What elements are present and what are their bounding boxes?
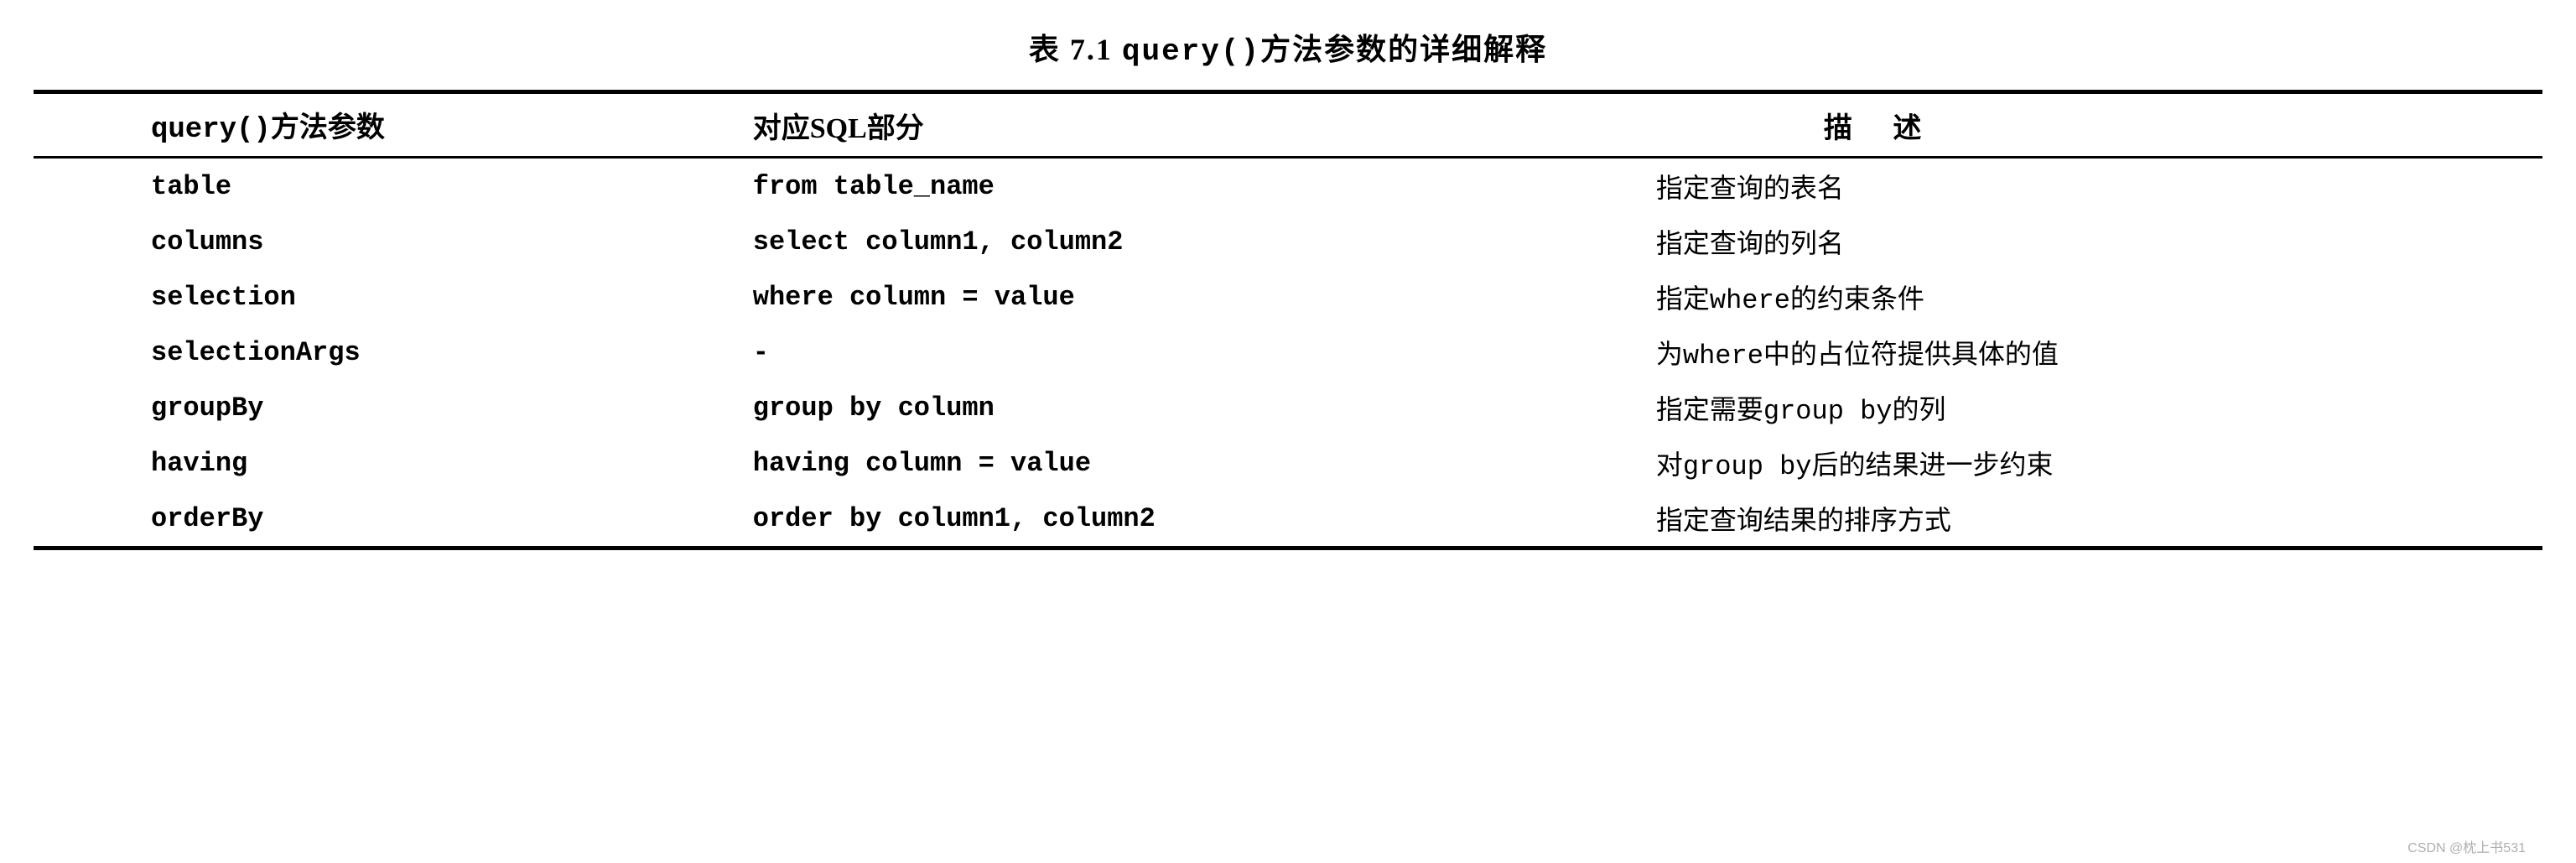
header-desc: 描 述 — [1639, 92, 2542, 158]
header-sql: 对应SQL部分 — [736, 92, 1639, 158]
cell-param: columns — [34, 214, 736, 269]
desc-pre: 指定查询的列名 — [1656, 228, 1844, 258]
cell-desc: 指定查询的列名 — [1639, 214, 2542, 269]
table-row: table from table_name 指定查询的表名 — [34, 158, 2542, 215]
desc-post: 中的占位符提供具体的值 — [1763, 339, 2059, 369]
cell-desc: 指定查询结果的排序方式 — [1639, 491, 2542, 548]
cell-sql: group by column — [736, 380, 1639, 435]
desc-pre: 指定查询结果的排序方式 — [1656, 505, 1951, 535]
cell-desc: 指定需要group by的列 — [1639, 380, 2542, 435]
cell-param: groupBy — [34, 380, 736, 435]
desc-pre: 指定 — [1656, 283, 1710, 314]
cell-sql: select column1, column2 — [736, 214, 1639, 269]
cell-desc: 为where中的占位符提供具体的值 — [1639, 325, 2542, 380]
cell-sql: where column = value — [736, 269, 1639, 325]
cell-desc: 对group by后的结果进一步约束 — [1639, 435, 2542, 491]
table-body: table from table_name 指定查询的表名 columns se… — [34, 158, 2542, 548]
cell-param: table — [34, 158, 736, 215]
table-row: selection where column = value 指定where的约… — [34, 269, 2542, 325]
header-param: query()方法参数 — [34, 92, 736, 158]
cell-param: selectionArgs — [34, 325, 736, 380]
watermark-text: CSDN @枕上书531 — [2407, 836, 2526, 856]
header-param-code: query() — [151, 114, 271, 146]
desc-pre: 为 — [1656, 339, 1683, 369]
desc-post: 的约束条件 — [1790, 283, 1924, 314]
table-row: groupBy group by column 指定需要group by的列 — [34, 380, 2542, 435]
cell-param: having — [34, 435, 736, 491]
table-row: having having column = value 对group by后的… — [34, 435, 2542, 491]
cell-sql: from table_name — [736, 158, 1639, 215]
desc-mono: group by — [1763, 396, 1893, 427]
desc-mono: where — [1710, 285, 1790, 316]
table-row: orderBy order by column1, column2 指定查询结果… — [34, 491, 2542, 548]
cell-desc: 指定查询的表名 — [1639, 158, 2542, 215]
desc-post: 的列 — [1893, 394, 1946, 424]
cell-param: selection — [34, 269, 736, 325]
caption-suffix: 方法参数的详细解释 — [1260, 33, 1547, 66]
cell-param: orderBy — [34, 491, 736, 548]
cell-sql: - — [736, 325, 1639, 380]
cell-desc: 指定where的约束条件 — [1639, 269, 2542, 325]
desc-pre: 指定需要 — [1656, 394, 1763, 424]
header-param-suffix: 方法参数 — [271, 112, 385, 143]
caption-code: query() — [1122, 34, 1260, 69]
table-row: selectionArgs - 为where中的占位符提供具体的值 — [34, 325, 2542, 380]
caption-prefix: 表 7.1 — [1029, 33, 1122, 66]
desc-mono: where — [1683, 341, 1763, 372]
desc-pre: 指定查询的表名 — [1656, 173, 1844, 203]
desc-post: 后的结果进一步约束 — [1812, 450, 2054, 480]
table-row: columns select column1, column2 指定查询的列名 — [34, 214, 2542, 269]
table-header-row: query()方法参数 对应SQL部分 描 述 — [34, 92, 2542, 158]
query-params-table: query()方法参数 对应SQL部分 描 述 table from table… — [34, 90, 2542, 550]
table-caption: 表 7.1 query()方法参数的详细解释 — [34, 25, 2542, 69]
cell-sql: having column = value — [736, 435, 1639, 491]
cell-sql: order by column1, column2 — [736, 491, 1639, 548]
desc-mono: group by — [1683, 451, 1812, 482]
desc-pre: 对 — [1656, 450, 1683, 480]
